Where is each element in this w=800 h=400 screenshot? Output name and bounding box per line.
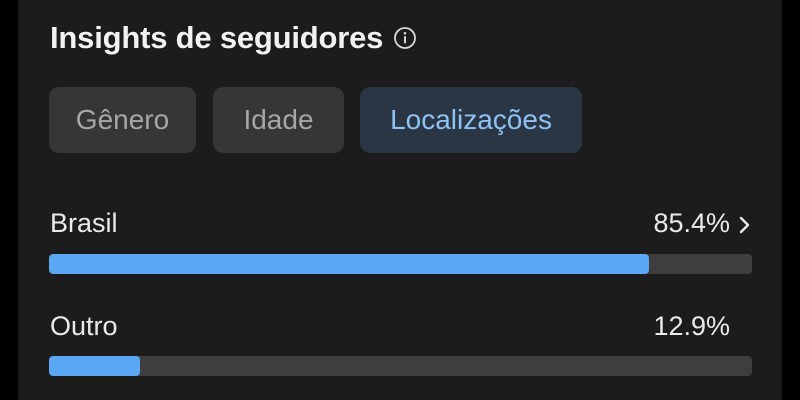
location-bar-track [49,254,752,274]
location-percentage: 85.4% [653,208,730,238]
screen: Insights de seguidores Gênero Idade Loca… [0,0,800,400]
tab-localizacoes[interactable]: Localizações [360,87,582,153]
tab-genero[interactable]: Gênero [49,87,196,153]
follower-insights-panel: Insights de seguidores Gênero Idade Loca… [18,0,782,400]
info-circle-icon[interactable] [393,26,417,50]
tab-idade[interactable]: Idade [213,87,344,153]
location-bar-track [49,356,752,376]
location-name: Outro [50,311,118,341]
chevron-right-icon[interactable] [737,215,751,235]
location-percentage: 12.9% [653,311,730,341]
section-header: Insights de seguidores [50,18,417,58]
location-bar-fill [49,254,650,274]
location-name: Brasil [50,208,118,238]
section-title: Insights de seguidores [50,20,384,55]
location-bar-fill [49,356,140,376]
